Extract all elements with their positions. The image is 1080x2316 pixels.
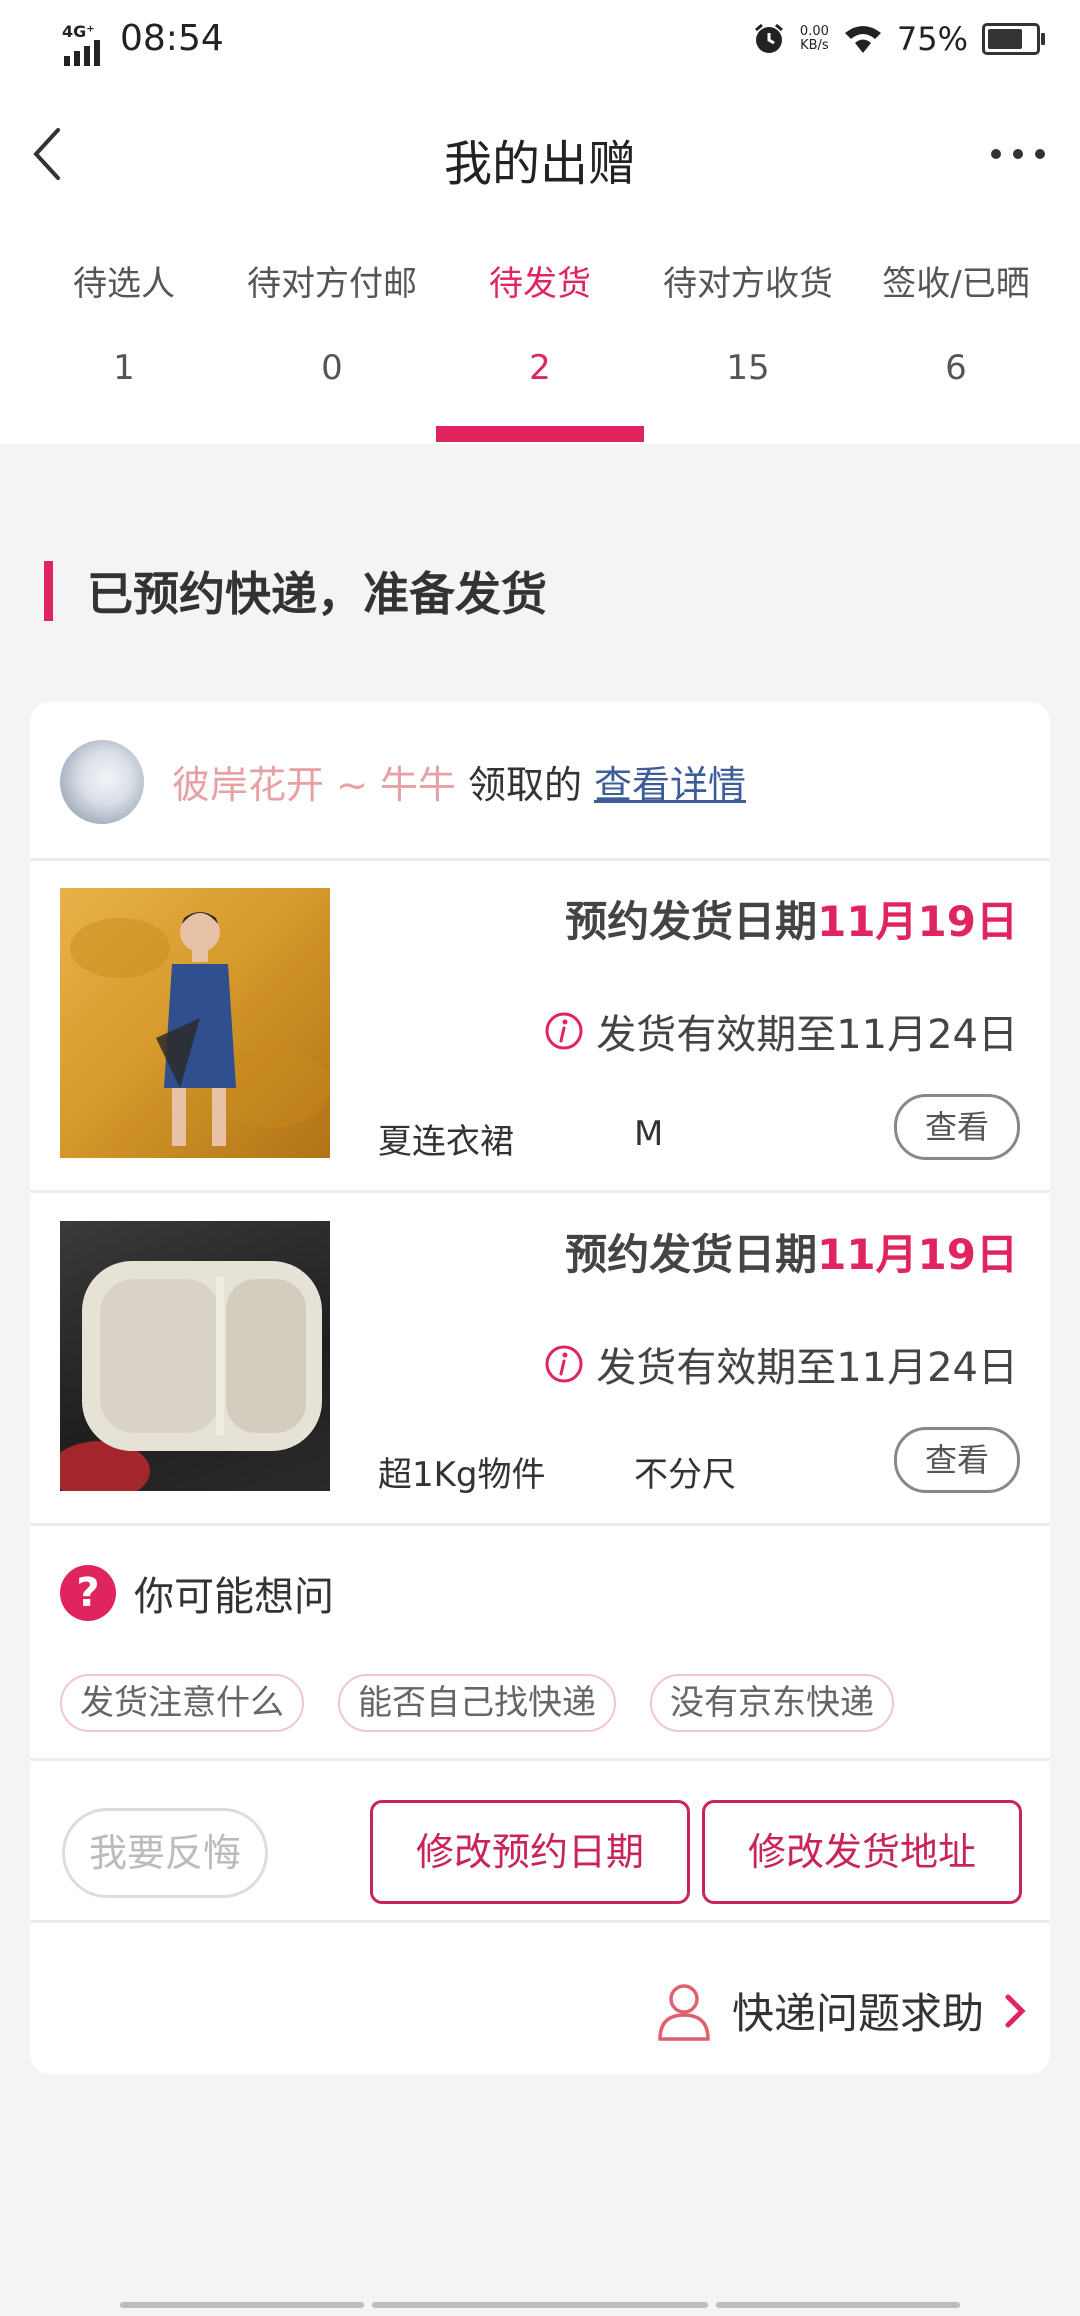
- active-tab-indicator: [436, 426, 644, 442]
- item-size: M: [634, 1114, 664, 1154]
- validity-text: 发货有效期至11月24日: [596, 1345, 1018, 1391]
- item-image-dress[interactable]: [60, 888, 330, 1158]
- view-button[interactable]: 查看: [894, 1094, 1020, 1160]
- info-icon: [545, 1345, 583, 1383]
- plate-photo-illustration: [60, 1261, 322, 1491]
- faq-chip[interactable]: 没有京东快递: [650, 1674, 894, 1732]
- tab-label: 待对方付邮: [247, 264, 417, 304]
- faq-header: ? 你可能想问: [60, 1564, 334, 1622]
- avatar[interactable]: [60, 740, 144, 824]
- courier-help-link[interactable]: 快递问题求助: [656, 1980, 1026, 2041]
- network-indicator: 4G⁺: [62, 22, 95, 41]
- tab-pending-select[interactable]: 待选人 1: [20, 262, 228, 390]
- dress-photo-illustration: [70, 912, 330, 1146]
- tab-count: 1: [113, 348, 135, 388]
- tab-count: 0: [321, 348, 343, 388]
- validity-row: 发货有效期至11月24日: [544, 1002, 1018, 1060]
- network-speed: 0.00 KB/s: [799, 24, 829, 53]
- faq-title: 你可能想问: [134, 1574, 334, 1620]
- faq-section: ? 你可能想问 发货注意什么 能否自己找快递 没有京东快递: [30, 1524, 1050, 1761]
- alarm-icon: [754, 23, 783, 53]
- validity-row: 发货有效期至11月24日: [544, 1335, 1018, 1393]
- scheduled-date: 预约发货日期11月19日: [565, 897, 1018, 946]
- question-icon: ?: [60, 1565, 116, 1621]
- info-icon: [545, 1012, 583, 1050]
- tab-count: 2: [529, 348, 551, 388]
- list-item: 预约发货日期11月19日 发货有效期至11月24日 夏连衣裙 M 查看: [30, 858, 1050, 1193]
- gesture-bar: [716, 2302, 960, 2308]
- item-size: 不分尺: [634, 1455, 736, 1495]
- scheduled-date-value: 11月19日: [817, 1230, 1018, 1279]
- person-icon: [658, 1983, 710, 2041]
- tab-count: 15: [726, 348, 770, 388]
- wifi-icon: [844, 26, 881, 53]
- item-image-plate[interactable]: [60, 1221, 330, 1491]
- chevron-right-icon: [1005, 1994, 1026, 2027]
- tab-label: 待对方收货: [663, 264, 833, 304]
- tab-count: 6: [945, 348, 967, 388]
- gesture-bar: [120, 2302, 364, 2308]
- receiver-row: 彼岸花开 ~ 牛牛 领取的 查看详情: [30, 702, 1050, 861]
- faq-chip[interactable]: 能否自己找快递: [338, 1674, 616, 1732]
- regret-button[interactable]: 我要反悔: [62, 1808, 268, 1898]
- shipment-card: 彼岸花开 ~ 牛牛 领取的 查看详情 预约发货日期11月19日 发货有效期至11…: [30, 702, 1050, 2074]
- tab-label: 签收/已晒: [882, 264, 1030, 304]
- faq-chip[interactable]: 发货注意什么: [60, 1674, 304, 1732]
- tab-pending-postage[interactable]: 待对方付邮 0: [228, 262, 436, 390]
- faq-chips: 发货注意什么 能否自己找快递 没有京东快递: [60, 1674, 894, 1732]
- scheduled-date-value: 11月19日: [817, 897, 1018, 946]
- status-time: 08:54: [120, 18, 224, 59]
- receiver-name[interactable]: 彼岸花开 ~ 牛牛: [172, 763, 456, 807]
- page-title: 我的出赠: [443, 136, 636, 192]
- tab-received[interactable]: 签收/已晒 6: [852, 262, 1060, 390]
- signal-icon: [64, 40, 100, 66]
- section-title: 已预约快递，准备发货: [87, 567, 547, 621]
- more-dots-icon[interactable]: [990, 142, 1046, 166]
- view-button[interactable]: 查看: [894, 1427, 1020, 1493]
- section-accent-bar: [44, 561, 53, 621]
- gesture-bar: [372, 2302, 708, 2308]
- status-tabs: 待选人 1 待对方付邮 0 待发货 2 待对方收货 15 签收/已晒 6: [0, 262, 1080, 444]
- tab-pending-shipment[interactable]: 待发货 2: [436, 262, 644, 442]
- section-header: 已预约快递，准备发货: [44, 560, 547, 622]
- item-name: 夏连衣裙: [378, 1122, 514, 1162]
- help-label: 快递问题求助: [731, 1989, 984, 2038]
- status-bar: 4G⁺ 08:54 0.00 KB/s 75%: [0, 0, 1080, 84]
- tab-label: 待发货: [489, 264, 591, 304]
- change-address-button[interactable]: 修改发货地址: [702, 1800, 1022, 1904]
- receiver-action: 领取的: [468, 763, 583, 807]
- navigation-bar: 我的出赠: [0, 100, 1080, 210]
- change-date-button[interactable]: 修改预约日期: [370, 1800, 690, 1904]
- tab-label: 待选人: [73, 264, 175, 304]
- battery-percent: 75%: [896, 20, 968, 58]
- item-name: 超1Kg物件: [378, 1455, 546, 1495]
- validity-text: 发货有效期至11月24日: [596, 1012, 1018, 1058]
- tab-pending-receipt[interactable]: 待对方收货 15: [644, 262, 852, 390]
- list-item: 预约发货日期11月19日 发货有效期至11月24日 超1Kg物件 不分尺 查看: [30, 1191, 1050, 1526]
- action-row: 我要反悔 修改预约日期 修改发货地址: [30, 1762, 1050, 1923]
- scheduled-date: 预约发货日期11月19日: [565, 1230, 1018, 1279]
- battery-icon: [982, 23, 1045, 55]
- view-details-link[interactable]: 查看详情: [594, 763, 746, 807]
